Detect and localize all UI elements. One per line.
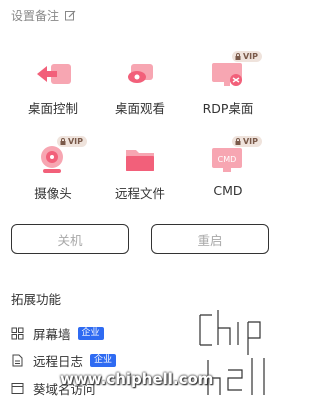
grid-icon bbox=[11, 327, 24, 340]
lock-icon bbox=[60, 138, 66, 145]
tile-cmd[interactable]: CMD VIP CMD bbox=[180, 136, 276, 198]
svg-text:CMD: CMD bbox=[218, 155, 237, 164]
rdp-desktop-icon bbox=[212, 63, 242, 86]
set-remark-button[interactable]: 设置备注 bbox=[11, 7, 76, 24]
vip-badge: VIP bbox=[56, 136, 87, 147]
cmd-icon: CMD bbox=[212, 148, 242, 172]
vip-badge: VIP bbox=[231, 136, 262, 147]
enterprise-badge: 企业 bbox=[90, 354, 117, 367]
ext-item-label: 远程日志 bbox=[33, 354, 84, 369]
ext-item-screen-wall[interactable]: 屏幕墙 企业 bbox=[11, 324, 104, 343]
tile-label: 桌面观看 bbox=[114, 101, 165, 116]
browser-icon bbox=[11, 383, 24, 394]
tile-label: CMD bbox=[213, 183, 243, 198]
tile-camera[interactable]: VIP 摄像头 bbox=[5, 136, 101, 202]
lock-icon bbox=[235, 138, 241, 145]
tile-rdp-desktop[interactable]: VIP RDP桌面 bbox=[180, 51, 276, 117]
document-icon bbox=[12, 354, 23, 367]
ext-item-label: 屏幕墙 bbox=[33, 327, 71, 342]
extensions-title: 拓展功能 bbox=[11, 292, 62, 307]
restart-button[interactable]: 重启 bbox=[151, 224, 269, 254]
watermark-text: www.chiphell.com bbox=[60, 370, 214, 388]
enterprise-badge: 企业 bbox=[77, 327, 104, 340]
ext-item-remote-log[interactable]: 远程日志 企业 bbox=[11, 351, 117, 370]
lock-icon bbox=[235, 53, 241, 60]
tile-label: RDP桌面 bbox=[202, 101, 254, 116]
folder-icon bbox=[126, 150, 154, 171]
tile-desktop-view[interactable]: 桌面观看 bbox=[92, 58, 188, 117]
tile-label: 摄像头 bbox=[34, 186, 72, 201]
tile-label: 远程文件 bbox=[114, 186, 165, 201]
tile-desktop-control[interactable]: 桌面控制 bbox=[5, 58, 101, 117]
edit-icon bbox=[65, 10, 76, 21]
vip-badge: VIP bbox=[231, 51, 262, 62]
tile-remote-files[interactable]: 远程文件 bbox=[92, 143, 188, 202]
shutdown-button[interactable]: 关机 bbox=[11, 224, 129, 254]
tile-label: 桌面控制 bbox=[27, 101, 78, 116]
desktop-control-icon bbox=[37, 64, 71, 84]
set-remark-label: 设置备注 bbox=[11, 9, 60, 23]
camera-icon bbox=[41, 146, 63, 173]
desktop-view-icon bbox=[128, 64, 153, 83]
